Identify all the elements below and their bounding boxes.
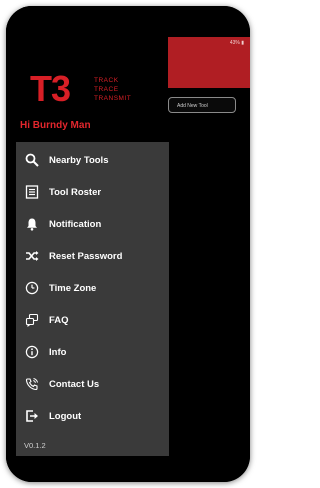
app-header: 43% ▮ bbox=[168, 37, 250, 88]
navigation-drawer: T3 TRACK TRACE TRANSMIT Hi Burndy Man Ne… bbox=[6, 6, 169, 482]
logout-icon bbox=[24, 408, 40, 424]
app-version: V0.1.2 bbox=[24, 441, 46, 450]
menu-label: Time Zone bbox=[49, 282, 97, 294]
logo-line-transmit: TRANSMIT bbox=[94, 95, 132, 102]
list-icon bbox=[24, 184, 40, 200]
phone-icon bbox=[24, 376, 40, 392]
search-icon bbox=[24, 152, 40, 168]
t3-logo: T3 TRACK TRACE TRANSMIT bbox=[30, 68, 160, 109]
menu-item-contact-us[interactable]: Contact Us bbox=[16, 370, 169, 398]
menu-label: FAQ bbox=[49, 314, 69, 326]
menu-item-faq[interactable]: FAQ bbox=[16, 306, 169, 334]
menu-item-notification[interactable]: Notification bbox=[16, 210, 169, 238]
menu-label: Logout bbox=[49, 410, 82, 422]
menu-label: Info bbox=[49, 346, 67, 358]
menu-item-logout[interactable]: Logout bbox=[16, 402, 169, 430]
clock-icon bbox=[24, 280, 40, 296]
info-icon bbox=[24, 344, 40, 360]
menu-item-nearby-tools[interactable]: Nearby Tools bbox=[16, 146, 169, 174]
drawer-menu: Nearby Tools Tool Roster Notification Re… bbox=[16, 142, 169, 456]
logo-line-trace: TRACE bbox=[94, 86, 119, 93]
menu-label: Nearby Tools bbox=[49, 154, 109, 166]
menu-label: Notification bbox=[49, 218, 102, 230]
menu-label: Tool Roster bbox=[49, 186, 102, 198]
menu-label: Reset Password bbox=[49, 250, 123, 262]
logo-line-track: TRACK bbox=[94, 77, 119, 84]
user-greeting: Hi Burndy Man bbox=[20, 120, 91, 131]
logo-tagline: TRACK TRACE TRANSMIT bbox=[94, 76, 131, 103]
menu-item-time-zone[interactable]: Time Zone bbox=[16, 274, 169, 302]
menu-item-reset-password[interactable]: Reset Password bbox=[16, 242, 169, 270]
faq-icon bbox=[24, 312, 40, 328]
bell-icon bbox=[24, 216, 40, 232]
menu-item-tool-roster[interactable]: Tool Roster bbox=[16, 178, 169, 206]
logo-mark: T3 bbox=[30, 68, 71, 109]
battery-status: 43% ▮ bbox=[229, 40, 244, 46]
phone-screen: 43% ▮ Add New Tool T3 TRACK TRACE TRANSM… bbox=[6, 6, 250, 482]
add-new-tool-button[interactable]: Add New Tool bbox=[168, 97, 236, 113]
menu-item-info[interactable]: Info bbox=[16, 338, 169, 366]
shuffle-icon bbox=[24, 248, 40, 264]
menu-label: Contact Us bbox=[49, 378, 100, 390]
